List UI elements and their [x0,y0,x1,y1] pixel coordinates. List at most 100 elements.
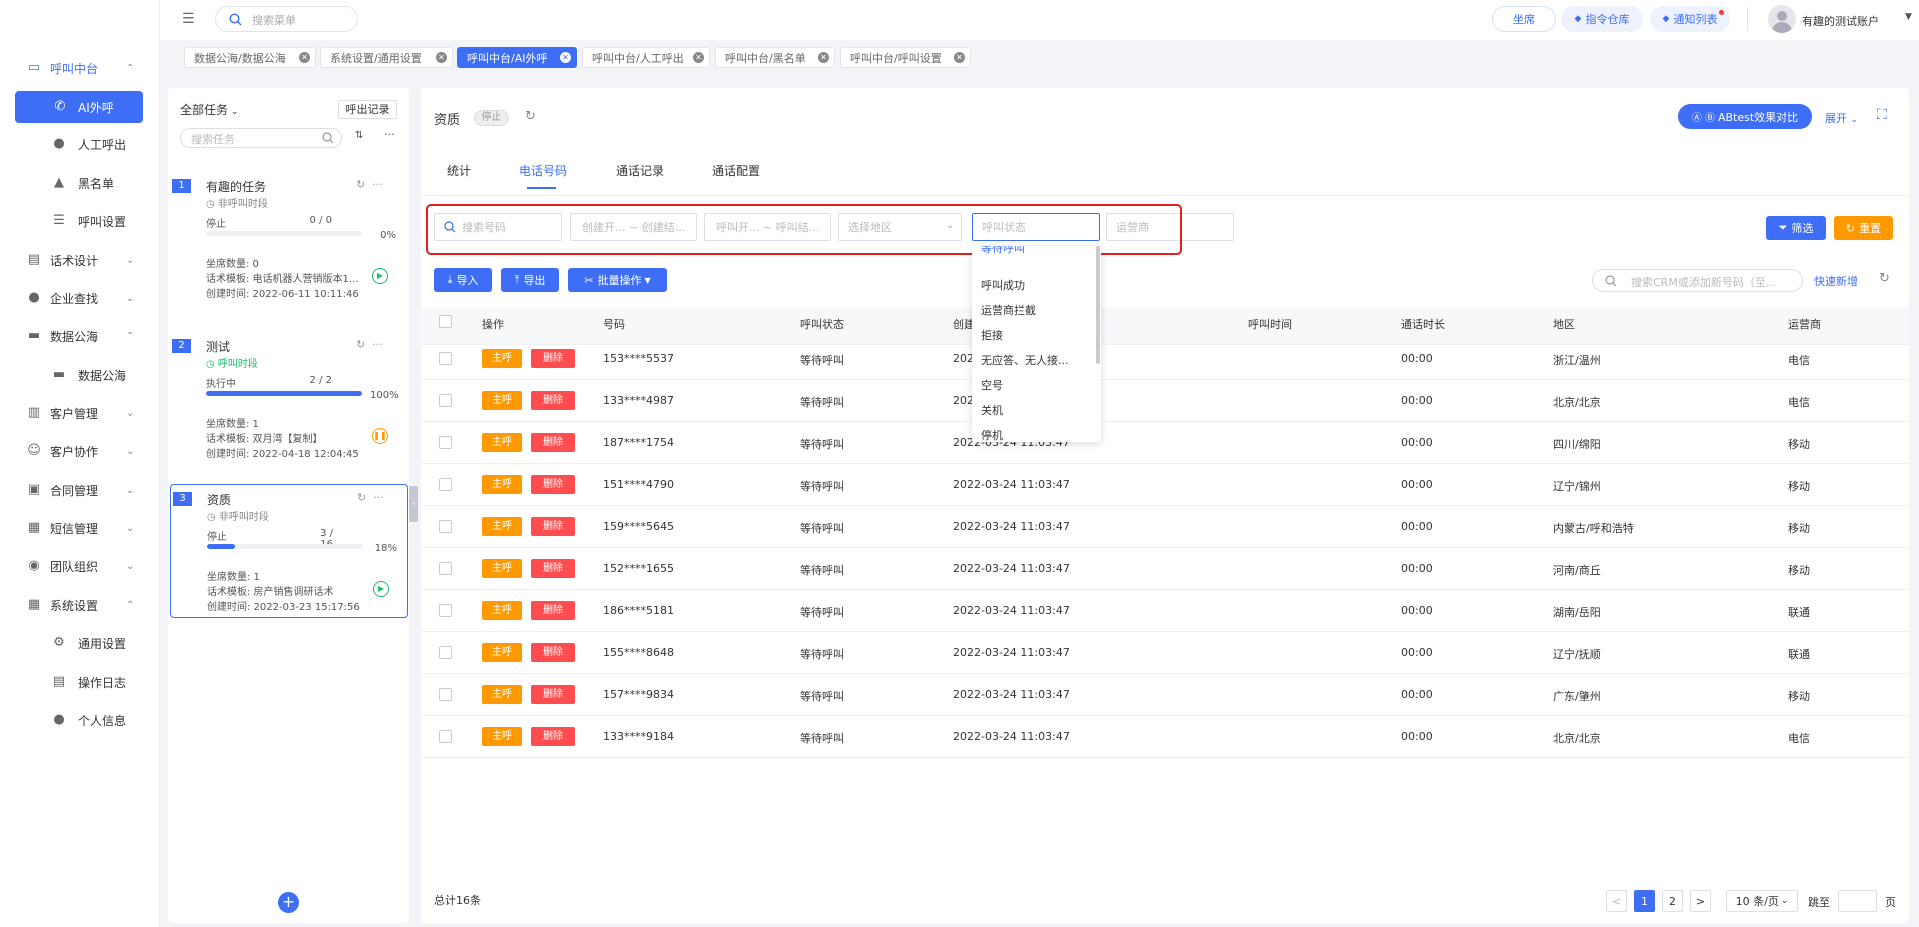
sidebar-item-profile[interactable]: ● 个人信息 [0,702,160,738]
sidebar-item-team-org[interactable]: ◉ 团队组织 ⌄ [0,548,160,584]
reset-button[interactable]: ↻ 重置 [1834,216,1893,240]
task-filter-dropdown[interactable]: 全部任务 ⌄ [180,101,238,118]
dropdown-option[interactable]: 拒接 [981,327,1003,343]
call-records-button[interactable]: 呼出记录 [338,100,397,119]
delete-button[interactable]: 删除 [531,433,575,452]
page-2-button[interactable]: 2 [1662,890,1683,912]
call-button[interactable]: 主呼 [482,517,522,536]
row-checkbox[interactable] [439,688,452,701]
sidebar-item-system-settings[interactable]: ▦ 系统设置 ⌃ [0,587,160,623]
delete-button[interactable]: 删除 [531,559,575,578]
subtab-stats[interactable]: 统计 [447,162,471,179]
ab-test-button[interactable]: Ⓐ Ⓑ ABtest效果对比 [1678,104,1812,129]
close-icon[interactable]: ✕ [818,52,829,63]
table-row[interactable]: 主呼 删除 155****8648 等待呼叫 2022-03-24 11:03:47 00… [421,632,1909,674]
caret-down-icon[interactable]: ▼ [1905,12,1912,22]
refresh-icon[interactable]: ↻ [356,338,365,351]
table-row[interactable]: 主呼 删除 151****4790 等待呼叫 2022-03-24 11:03:47 00… [421,464,1909,506]
command-store-button[interactable]: ◆ 指令仓库 [1561,6,1643,32]
call-button[interactable]: 主呼 [482,727,522,746]
crm-search-input[interactable]: 搜索CRM或添加新号码（至... [1592,269,1803,292]
play-icon[interactable]: ▶ [373,581,389,597]
sidebar-item-general-settings[interactable]: ⚙ 通用设置 [0,625,160,661]
sidebar-item-contract-mgmt[interactable]: ▣ 合同管理 ⌄ [0,472,160,508]
dropdown-option[interactable]: 呼叫成功 [981,277,1025,293]
table-row[interactable]: 主呼 删除 153****5537 等待呼叫 202 00:00 浙江/温州 电信 [421,338,1909,380]
task-card-selected[interactable]: 3 资质 ◷ 非呼叫时段 ↻ ··· 停止 3 / 16 18% 坐席数量: 1… [170,484,408,618]
subtab-phone-numbers[interactable]: 电话号码 [519,162,567,179]
scrollbar[interactable] [1096,246,1100,364]
call-button[interactable]: 主呼 [482,475,522,494]
delete-button[interactable]: 删除 [531,475,575,494]
delete-button[interactable]: 删除 [531,517,575,536]
avatar[interactable] [1768,5,1796,33]
sidebar-item-data-sea[interactable]: ▬ 数据公海 ⌃ [0,318,160,354]
select-all-checkbox[interactable] [439,315,452,328]
table-row[interactable]: 主呼 删除 133****9184 等待呼叫 2022-03-24 11:03:47 00… [421,716,1909,758]
row-checkbox[interactable] [439,436,452,449]
subtab-call-config[interactable]: 通话配置 [712,162,760,179]
subtab-call-records[interactable]: 通话记录 [616,162,664,179]
delete-button[interactable]: 删除 [531,601,575,620]
sidebar-item-sms-mgmt[interactable]: ▦ 短信管理 ⌄ [0,510,160,546]
quick-add-link[interactable]: 快速新增 [1814,273,1858,289]
notice-list-button[interactable]: ◆ 通知列表 [1650,6,1730,32]
page-size-select[interactable]: 10 条/页 ⌄ [1726,890,1798,912]
tab-call-settings[interactable]: 呼叫中台/呼叫设置 ✕ [840,47,971,68]
row-checkbox[interactable] [439,730,452,743]
sidebar-item-customer-collab[interactable]: ☺ 客户协作 ⌄ [0,433,160,469]
dropdown-option[interactable]: 停机 [981,427,1003,442]
table-row[interactable]: 主呼 删除 187****1754 等待呼叫 2022-03-24 11:03:47 00… [421,422,1909,464]
goto-page-input[interactable] [1838,890,1877,912]
close-icon[interactable]: ✕ [954,52,965,63]
close-icon[interactable]: ✕ [436,52,447,63]
prev-page-button[interactable]: < [1606,890,1627,912]
sidebar-item-op-log[interactable]: ▤ 操作日志 [0,664,160,700]
close-icon[interactable]: ✕ [693,52,704,63]
export-button[interactable]: ⤒ 导出 [501,268,559,292]
row-checkbox[interactable] [439,646,452,659]
dropdown-option[interactable]: 等待呼叫 [981,246,1025,256]
pause-icon[interactable]: ❚❚ [372,428,388,444]
tab-manual-call[interactable]: 呼叫中台/人工呼出 ✕ [582,47,710,68]
call-button[interactable]: 主呼 [482,349,522,368]
call-button[interactable]: 主呼 [482,559,522,578]
table-row[interactable]: 主呼 删除 133****4987 等待呼叫 202 00:00 北京/北京 电信 [421,380,1909,422]
refresh-icon[interactable]: ↻ [525,109,536,124]
tab-general-settings[interactable]: 系统设置/通用设置 ✕ [320,47,453,68]
dropdown-option[interactable]: 无应答、无人接... [981,352,1069,368]
delete-button[interactable]: 删除 [531,685,575,704]
close-icon[interactable]: ✕ [560,52,571,63]
close-icon[interactable]: ✕ [299,52,310,63]
expand-toggle[interactable]: 展开 ⌄ [1825,110,1858,126]
table-row[interactable]: 主呼 删除 186****5181 等待呼叫 2022-03-24 11:03:47 00… [421,590,1909,632]
play-icon[interactable]: ▶ [372,268,388,284]
sidebar-item-data-sea-sub[interactable]: ▬ 数据公海 [0,357,160,393]
row-checkbox[interactable] [439,478,452,491]
refresh-icon[interactable]: ↻ [357,491,366,504]
call-button[interactable]: 主呼 [482,601,522,620]
delete-button[interactable]: 删除 [531,391,575,410]
import-button[interactable]: ⤓ 导入 [434,268,492,292]
refresh-icon[interactable]: ↻ [356,178,365,191]
sidebar-item-call-center[interactable]: ▭ 呼叫中台 ⌃ [0,50,160,86]
tab-blacklist[interactable]: 呼叫中台/黑名单 ✕ [715,47,835,68]
table-row[interactable]: 主呼 删除 159****5645 等待呼叫 2022-03-24 11:03:47 00… [421,506,1909,548]
user-name[interactable]: 有趣的测试账户 [1802,13,1879,29]
sidebar-item-ai-call[interactable]: ✆ AI外呼 [15,91,143,123]
more-icon[interactable]: ··· [372,178,383,191]
menu-fold-icon[interactable]: ☰ [182,11,195,27]
search-menu-input[interactable]: 搜索菜单 [215,6,358,32]
delete-button[interactable]: 删除 [531,727,575,746]
delete-button[interactable]: 删除 [531,349,575,368]
task-search-input[interactable]: 搜索任务 [180,128,342,148]
call-button[interactable]: 主呼 [482,391,522,410]
more-icon[interactable]: ··· [373,491,384,504]
row-checkbox[interactable] [439,394,452,407]
row-checkbox[interactable] [439,562,452,575]
collapse-panel-handle[interactable]: ‹ [409,486,418,522]
task-card[interactable]: 1 有趣的任务 ◷ 非呼叫时段 ↻ ··· 停止 0 / 0 0% 坐席数量: … [170,172,408,325]
task-card[interactable]: 2 测试 ◷ 呼叫时段 ↻ ··· 执行中 2 / 2 100% 坐席数量: 1… [170,332,408,485]
sidebar-item-blacklist[interactable]: ▲ 黑名单 [0,165,160,201]
tab-data-sea[interactable]: 数据公海/数据公海 ✕ [184,47,316,68]
